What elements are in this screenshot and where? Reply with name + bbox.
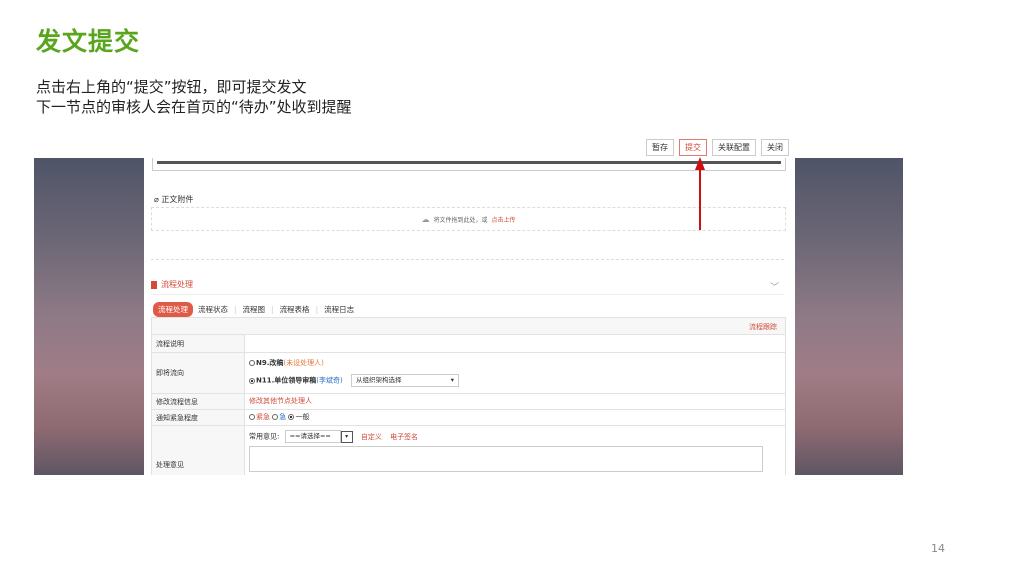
row-modify: 修改流程信息 修改其他节点处理人	[152, 394, 785, 410]
section-divider	[151, 294, 784, 295]
document-icon	[151, 280, 157, 289]
chevron-down-icon[interactable]: ▾	[340, 430, 353, 443]
common-opinion-select[interactable]: ==请选择==	[284, 430, 341, 443]
urgency-rush: 急	[279, 413, 287, 421]
custom-link[interactable]: 自定义	[361, 433, 382, 441]
tab-separator: |	[271, 305, 274, 314]
tab-status[interactable]: 流程状态	[193, 302, 233, 317]
page-number: 14	[931, 542, 945, 555]
flow-label: 即将流向	[152, 353, 245, 393]
chevron-down-icon: ▾	[450, 376, 454, 384]
org-select-text: 从组织架构选择	[355, 376, 402, 384]
cloud-upload-icon: ☁	[421, 214, 430, 224]
attachment-label-text: 正文附件	[161, 195, 194, 204]
opinion-textarea[interactable]	[249, 446, 763, 472]
row-description: 流程说明	[152, 335, 785, 353]
radio-urgent[interactable]	[249, 414, 255, 420]
tab-process[interactable]: 流程处理	[153, 302, 193, 317]
radio-normal[interactable]	[288, 414, 295, 420]
modify-link[interactable]: 修改其他节点处理人	[245, 394, 785, 409]
close-button[interactable]: 关闭	[761, 139, 789, 156]
common-opinion-select-text: ==请选择==	[289, 432, 331, 440]
editor-bottom	[152, 158, 786, 171]
slide-title: 发文提交	[36, 27, 141, 56]
n9-text: N9.改稿	[256, 359, 284, 367]
form-header: 流程跟踪	[152, 318, 785, 335]
flow-option-n11: N11.单位领导审稿(李斌奇) 从组织架构选择 ▾	[249, 374, 781, 387]
n9-note: (未设处理人)	[283, 359, 324, 367]
modify-label: 修改流程信息	[152, 394, 245, 409]
radio-n9[interactable]	[249, 360, 255, 366]
org-select[interactable]: 从组织架构选择 ▾	[350, 374, 459, 387]
attachment-label: ⌀ 正文附件	[154, 194, 193, 205]
editor-scrollbar[interactable]	[157, 161, 781, 164]
description-line-1: 点击右上角的“提交”按钮，即可提交发文	[36, 78, 307, 96]
drop-text: 将文件拖到此处，或	[433, 216, 488, 224]
flow-value: N9.改稿(未设处理人) N11.单位领导审稿(李斌奇) 从组织架构选择 ▾	[245, 353, 785, 393]
tab-table[interactable]: 流程表格	[275, 302, 315, 317]
common-opinion-label: 常用意见:	[249, 432, 280, 441]
save-button[interactable]: 暂存	[646, 139, 674, 156]
flow-option-n9: N9.改稿(未设处理人)	[249, 358, 781, 368]
related-config-button[interactable]: 关联配置	[712, 139, 756, 156]
process-section-header: 流程处理	[151, 279, 193, 290]
process-section-title: 流程处理	[161, 280, 193, 289]
tab-separator: |	[315, 305, 319, 314]
process-form: 流程跟踪 流程说明 即将流向 N9.改稿(未设处理人) N11.单位领导审稿(李…	[151, 317, 786, 475]
tab-log[interactable]: 流程日志	[319, 302, 359, 317]
slide-description: 点击右上角的“提交”按钮，即可提交发文 下一节点的审核人会在首页的“待办”处收到…	[36, 77, 352, 117]
opinion-value: 常用意见: ==请选择== ▾ 自定义 电子签名	[245, 426, 785, 475]
urgency-options: 紧急 急 一般	[245, 410, 785, 425]
paperclip-icon: ⌀	[154, 195, 159, 204]
n11-text: N11.单位领导审稿	[256, 376, 317, 385]
urgency-label: 通知紧急程度	[152, 410, 245, 425]
row-opinion: 处理意见 常用意见: ==请选择== ▾ 自定义 电子签名	[152, 426, 785, 475]
urgency-urgent: 紧急	[256, 413, 270, 421]
e-signature-link[interactable]: 电子签名	[390, 433, 418, 441]
process-tabs: 流程处理 流程状态 | 流程图 | 流程表格 | 流程日志	[153, 302, 359, 317]
chevron-down-icon[interactable]: ﹀	[770, 280, 779, 293]
n11-person: (李斌奇)	[316, 376, 343, 385]
common-opinion-row: 常用意见: ==请选择== ▾ 自定义 电子签名	[249, 430, 781, 443]
description-line-2: 下一节点的审核人会在首页的“待办”处收到提醒	[36, 98, 352, 116]
radio-n11[interactable]	[249, 377, 255, 384]
file-drop-zone[interactable]: ☁ 将文件拖到此处，或 点击上传	[151, 207, 786, 231]
row-urgency: 通知紧急程度 紧急 急 一般	[152, 410, 785, 426]
opinion-label: 处理意见	[152, 426, 245, 475]
description-value	[245, 335, 785, 352]
document-toolbar: 暂存 提交 关联配置 关闭	[646, 139, 789, 156]
submit-button[interactable]: 提交	[679, 139, 707, 156]
process-follow-link[interactable]: 流程跟踪	[749, 322, 777, 332]
urgency-normal: 一般	[295, 413, 310, 421]
tab-separator: |	[234, 305, 237, 314]
radio-rush[interactable]	[272, 414, 279, 420]
description-label: 流程说明	[152, 335, 245, 352]
divider	[151, 259, 784, 260]
form-panel: ⌀ 正文附件 ☁ 将文件拖到此处，或 点击上传 流程处理 ﹀ 流程处理 流程状态…	[144, 158, 795, 475]
tab-diagram[interactable]: 流程图	[238, 302, 271, 317]
row-flow: 即将流向 N9.改稿(未设处理人) N11.单位领导审稿(李斌奇) 从组织架构选…	[152, 353, 785, 394]
form-screenshot: ⌀ 正文附件 ☁ 将文件拖到此处，或 点击上传 流程处理 ﹀ 流程处理 流程状态…	[34, 158, 903, 475]
upload-link[interactable]: 点击上传	[492, 215, 516, 224]
